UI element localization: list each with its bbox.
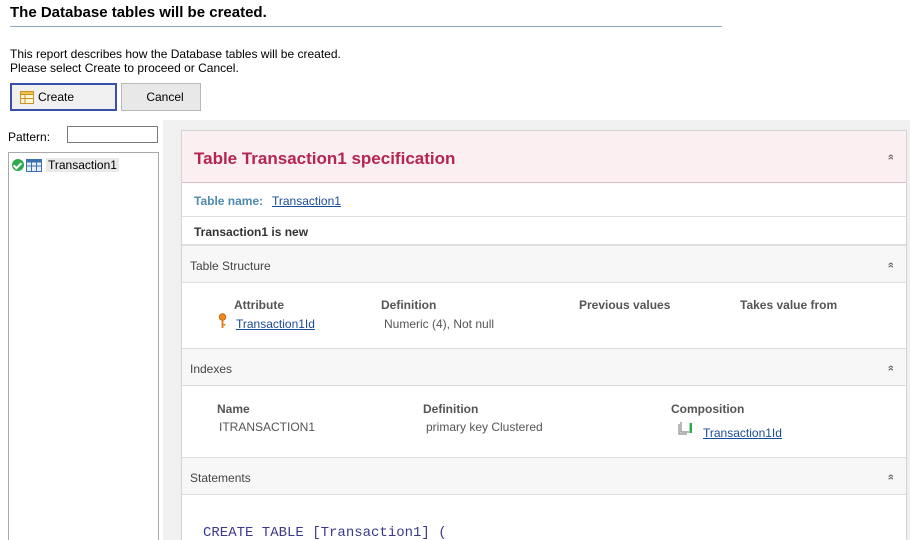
collapse-indexes-icon[interactable]: » <box>885 365 897 371</box>
spec-title: Table Transaction1 specification <box>194 149 456 168</box>
collapse-header-icon[interactable]: » <box>885 154 897 160</box>
sql-statement: CREATE TABLE [Transaction1] ( <box>203 525 447 540</box>
table-spec-card: Table Transaction1 specification » Table… <box>181 130 907 540</box>
table-structure-header[interactable]: Table Structure » <box>182 245 906 283</box>
tree-item-label: Transaction1 <box>46 158 119 172</box>
col-previous-values: Previous values <box>579 298 671 312</box>
indexes-label: Indexes <box>190 362 233 376</box>
table-name-row: Table name: Transaction1 <box>182 183 906 217</box>
spec-header: Table Transaction1 specification » <box>182 131 906 183</box>
key-icon <box>218 313 227 334</box>
table-icon <box>26 158 42 172</box>
statements-label: Statements <box>190 471 251 485</box>
description-line-2: Please select Create to proceed or Cance… <box>10 61 239 75</box>
col-definition: Definition <box>381 298 437 312</box>
attribute-definition: Numeric (4), Not null <box>384 317 495 331</box>
cancel-button[interactable]: Cancel <box>121 83 201 111</box>
col-index-name: Name <box>217 402 250 416</box>
status-text: Transaction1 is new <box>194 225 309 239</box>
index-name: ITRANSACTION1 <box>219 420 316 434</box>
dialog-title: The Database tables will be created. <box>10 4 267 21</box>
status-row: Transaction1 is new <box>182 217 906 245</box>
description-line-1: This report describes how the Database t… <box>10 47 341 61</box>
tree-item-transaction1[interactable]: Transaction1 <box>12 157 119 173</box>
create-button-label: Create <box>38 90 75 104</box>
pattern-input[interactable] <box>67 126 158 143</box>
index-definition: primary key Clustered <box>426 420 543 434</box>
index-composition-icon <box>678 421 694 440</box>
col-takes-value-from: Takes value from <box>740 298 838 312</box>
cancel-button-label: Cancel <box>146 90 184 104</box>
create-button[interactable]: Create <box>10 83 117 111</box>
index-composition-link[interactable]: Transaction1Id <box>703 426 782 440</box>
pattern-label: Pattern: <box>8 130 51 144</box>
table-structure-label: Table Structure <box>190 259 271 273</box>
col-attribute: Attribute <box>234 298 284 312</box>
col-index-definition: Definition <box>423 402 479 416</box>
collapse-structure-icon[interactable]: » <box>885 262 897 268</box>
attribute-link[interactable]: Transaction1Id <box>236 317 315 331</box>
create-table-icon <box>20 90 34 104</box>
table-name-link[interactable]: Transaction1 <box>272 194 341 208</box>
col-index-composition: Composition <box>671 402 745 416</box>
statements-header[interactable]: Statements » <box>182 457 906 495</box>
title-divider <box>10 26 722 27</box>
collapse-statements-icon[interactable]: » <box>885 474 897 480</box>
object-tree: Transaction1 <box>8 152 159 540</box>
success-check-icon <box>12 159 24 171</box>
table-name-label: Table name: <box>194 194 264 208</box>
indexes-header[interactable]: Indexes » <box>182 348 906 386</box>
